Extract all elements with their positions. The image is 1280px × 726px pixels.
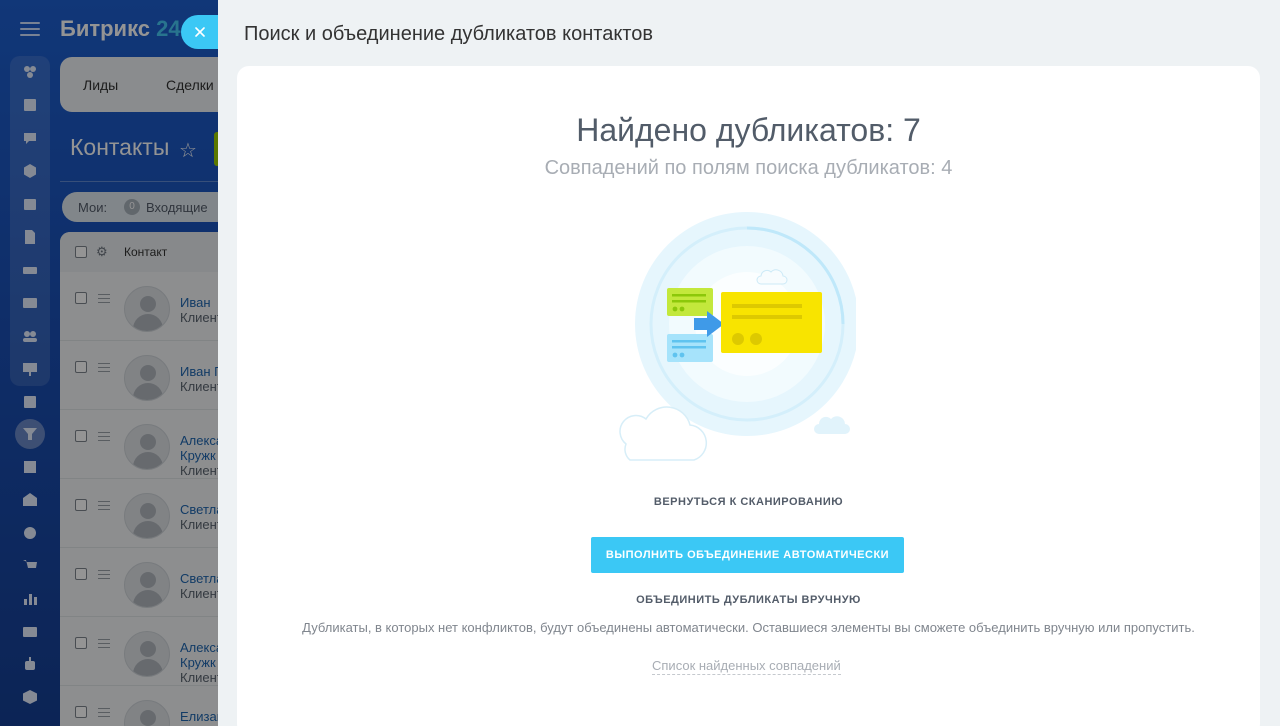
merge-illustration [619,212,856,461]
matches-subheading: Совпадений по полям поиска дубликатов: 4 [544,157,953,179]
slider-title: Поиск и объединение дубликатов контактов [244,23,653,45]
matches-list-link[interactable]: Список найденных совпадений [652,658,841,675]
found-duplicates-heading: Найдено дубликатов: 7 [576,112,921,148]
merge-hint: Дубликаты, в которых нет конфликтов, буд… [302,620,1195,635]
duplicates-slider: Поиск и объединение дубликатов контактов… [218,0,1280,726]
duplicates-card: Найдено дубликатов: 7 Совпадений по поля… [237,66,1260,726]
close-icon [194,27,205,37]
auto-merge-button[interactable]: Выполнить объединение автоматически [591,537,904,573]
back-to-scan-link[interactable]: Вернуться к сканированию [237,496,1260,508]
close-slider-button[interactable] [181,15,218,49]
manual-merge-link[interactable]: Объединить дубликаты вручную [237,594,1260,606]
